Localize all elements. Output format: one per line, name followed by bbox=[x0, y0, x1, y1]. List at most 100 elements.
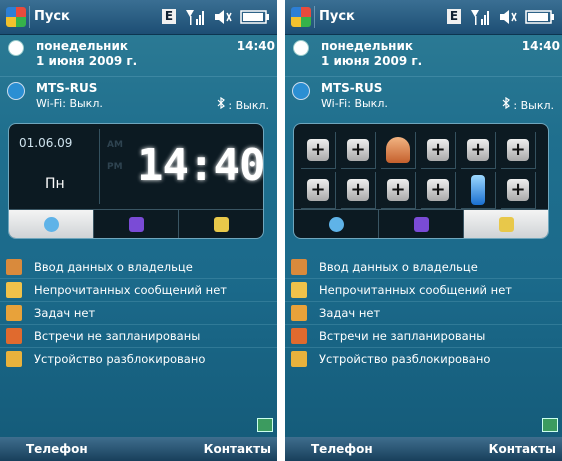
tab-clock[interactable] bbox=[9, 210, 94, 238]
today-list: Ввод данных о владельце Непрочитанных со… bbox=[285, 256, 562, 371]
tab-clock[interactable] bbox=[294, 210, 379, 238]
battery-app-icon bbox=[471, 175, 485, 205]
list-item-messages[interactable]: Непрочитанных сообщений нет bbox=[0, 279, 277, 302]
launcher-slot[interactable]: + bbox=[461, 132, 496, 169]
softkey-bar: Телефон Контакты bbox=[285, 437, 562, 461]
widget-divider bbox=[99, 129, 100, 204]
clock-tab-icon bbox=[43, 216, 59, 232]
date-row[interactable]: понедельник 1 июня 2009 г. 14:40 bbox=[285, 35, 562, 73]
settings-tab-icon bbox=[213, 216, 229, 232]
launcher-slot[interactable]: + bbox=[341, 132, 376, 169]
bluetooth-status: : Выкл. bbox=[217, 97, 269, 112]
launcher-slot[interactable]: + bbox=[421, 172, 456, 209]
clock-tab-icon bbox=[328, 216, 344, 232]
list-item-lock[interactable]: Устройство разблокировано bbox=[0, 348, 277, 371]
tasks-icon bbox=[6, 305, 22, 321]
softkey-phone[interactable]: Телефон bbox=[26, 442, 88, 456]
list-item-tasks[interactable]: Задач нет bbox=[285, 302, 562, 325]
calendar-icon bbox=[6, 328, 22, 344]
tab-launcher[interactable] bbox=[94, 210, 179, 238]
date-row[interactable]: понедельник 1 июня 2009 г. 14:40 bbox=[0, 35, 277, 73]
operator-name: MTS-RUS bbox=[36, 81, 98, 95]
owner-icon bbox=[291, 259, 307, 275]
add-shortcut-icon: + bbox=[307, 139, 329, 161]
mail-icon bbox=[291, 282, 307, 298]
owner-icon bbox=[6, 259, 22, 275]
launcher-widget[interactable]: + + + + + + + + + + bbox=[293, 123, 549, 239]
start-button[interactable]: Пуск bbox=[34, 9, 70, 24]
battery-icon[interactable] bbox=[240, 10, 270, 24]
list-item-tasks[interactable]: Задач нет bbox=[0, 302, 277, 325]
tab-settings[interactable] bbox=[179, 210, 263, 238]
softkey-phone[interactable]: Телефон bbox=[311, 442, 373, 456]
list-item-label: Встречи не запланированы bbox=[319, 329, 486, 343]
weekday: понедельник bbox=[321, 39, 414, 53]
signal-icon[interactable] bbox=[470, 8, 490, 26]
softkey-bar: Телефон Контакты bbox=[0, 437, 277, 461]
add-shortcut-icon: + bbox=[387, 179, 409, 201]
list-item-label: Ввод данных о владельце bbox=[319, 260, 478, 274]
picture-icon[interactable] bbox=[542, 418, 558, 432]
launcher-slot[interactable] bbox=[461, 172, 496, 209]
list-item-label: Устройство разблокировано bbox=[319, 352, 491, 366]
add-shortcut-icon: + bbox=[347, 179, 369, 201]
list-item-owner[interactable]: Ввод данных о владельце bbox=[0, 256, 277, 279]
divider bbox=[0, 76, 277, 77]
bluetooth-icon bbox=[217, 97, 226, 109]
separator bbox=[29, 6, 30, 28]
wifi-status: Wi-Fi: Выкл. bbox=[36, 97, 103, 110]
screen-left: Пуск E понедельник 1 июня 2009 г. 14:40 … bbox=[0, 0, 277, 461]
time: 14:40 bbox=[521, 39, 560, 53]
windows-tab-icon bbox=[128, 216, 144, 232]
operator-row[interactable]: MTS-RUS Wi-Fi: Выкл. : Выкл. bbox=[285, 78, 562, 116]
title-bar: Пуск E bbox=[285, 0, 562, 35]
list-item-label: Задач нет bbox=[34, 306, 96, 320]
time: 14:40 bbox=[236, 39, 275, 53]
list-item-messages[interactable]: Непрочитанных сообщений нет bbox=[285, 279, 562, 302]
am-indicator: AM bbox=[107, 140, 123, 150]
settings-tab-icon bbox=[498, 216, 514, 232]
add-shortcut-icon: + bbox=[427, 139, 449, 161]
bluetooth-label: : Выкл. bbox=[228, 99, 269, 112]
add-shortcut-icon: + bbox=[307, 179, 329, 201]
pm-indicator: PM bbox=[107, 162, 123, 172]
volume-icon[interactable] bbox=[498, 8, 518, 26]
windows-start-icon[interactable] bbox=[291, 7, 311, 27]
volume-icon[interactable] bbox=[213, 8, 233, 26]
divider bbox=[285, 76, 562, 77]
list-item-calendar[interactable]: Встречи не запланированы bbox=[0, 325, 277, 348]
softkey-contacts[interactable]: Контакты bbox=[489, 442, 556, 456]
operator-row[interactable]: MTS-RUS Wi-Fi: Выкл. : Выкл. bbox=[0, 78, 277, 116]
list-item-label: Ввод данных о владельце bbox=[34, 260, 193, 274]
edge-network-icon[interactable]: E bbox=[162, 9, 176, 24]
launcher-slot[interactable]: + bbox=[381, 172, 416, 209]
list-item-owner[interactable]: Ввод данных о владельце bbox=[285, 256, 562, 279]
list-item-calendar[interactable]: Встречи не запланированы bbox=[285, 325, 562, 348]
battery-icon[interactable] bbox=[525, 10, 555, 24]
launcher-slot[interactable]: + bbox=[501, 172, 536, 209]
mail-icon bbox=[6, 282, 22, 298]
start-button[interactable]: Пуск bbox=[319, 9, 355, 24]
tab-settings[interactable] bbox=[464, 210, 548, 238]
list-item-lock[interactable]: Устройство разблокировано bbox=[285, 348, 562, 371]
clock-widget[interactable]: 01.06.09 Пн AM PM 14:40 bbox=[8, 123, 264, 239]
operator-name: MTS-RUS bbox=[321, 81, 383, 95]
picture-icon[interactable] bbox=[257, 418, 273, 432]
add-shortcut-icon: + bbox=[427, 179, 449, 201]
launcher-slot[interactable]: + bbox=[501, 132, 536, 169]
title-bar: Пуск E bbox=[0, 0, 277, 35]
tab-launcher[interactable] bbox=[379, 210, 464, 238]
launcher-slot[interactable] bbox=[381, 132, 416, 169]
signal-icon[interactable] bbox=[185, 8, 205, 26]
softkey-contacts[interactable]: Контакты bbox=[204, 442, 271, 456]
launcher-slot[interactable]: + bbox=[301, 132, 336, 169]
lock-icon bbox=[6, 351, 22, 367]
bluetooth-icon bbox=[502, 97, 511, 109]
add-shortcut-icon: + bbox=[507, 179, 529, 201]
calendar-icon bbox=[291, 328, 307, 344]
windows-start-icon[interactable] bbox=[6, 7, 26, 27]
edge-network-icon[interactable]: E bbox=[447, 9, 461, 24]
launcher-slot[interactable]: + bbox=[421, 132, 456, 169]
launcher-slot[interactable]: + bbox=[341, 172, 376, 209]
launcher-slot[interactable]: + bbox=[301, 172, 336, 209]
